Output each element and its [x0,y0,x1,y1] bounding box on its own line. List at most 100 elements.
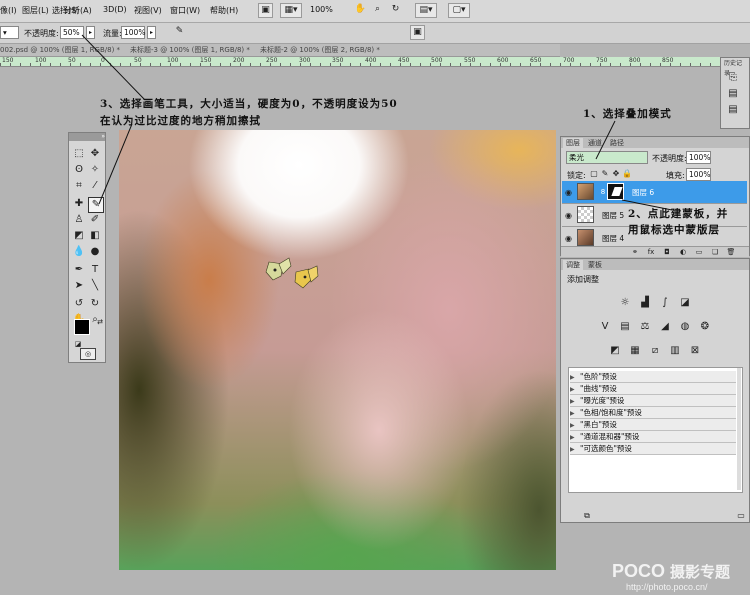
preset-curves[interactable]: ▶ "曲线"预设 [570,383,736,395]
tab-adjustments[interactable]: 调整 [563,260,583,270]
flow-input[interactable]: 100% [121,26,145,39]
menu-window[interactable]: 窗口(W) [170,5,200,16]
visibility-eye-icon[interactable]: ◉ [565,188,572,197]
selective-color-icon[interactable]: ⊠ [689,345,701,357]
presets-scrollbar[interactable] [737,368,741,490]
black-white-icon[interactable]: ◢ [659,321,671,333]
view-extras-icon[interactable]: ▦▾ [280,3,302,18]
new-group-icon[interactable]: ▭ [693,246,705,258]
levels-icon[interactable]: ▟ [639,297,651,309]
photo-filter-icon[interactable]: ◍ [679,321,691,333]
menu-image[interactable]: 像(I) [0,5,17,16]
tab-layers[interactable]: 图层 [563,138,583,148]
brush-preset-picker[interactable]: ▾ [0,26,19,39]
history-tab[interactable]: 历史记录 [721,59,749,77]
layer-name[interactable]: 图层 4 [602,233,624,244]
visibility-eye-icon[interactable]: ◉ [565,211,572,220]
clone-stamp-icon[interactable]: ♙ [72,213,86,227]
tab-channels[interactable]: 通道 [585,138,605,148]
marquee-tool-icon[interactable]: ⬚ [72,147,86,161]
brightness-contrast-icon[interactable]: ☼ [619,297,631,309]
threshold-icon[interactable]: ⧄ [649,345,661,357]
vibrance-icon[interactable]: V [599,321,611,333]
magic-wand-icon[interactable]: ✧ [88,163,102,177]
3d-orbit-icon[interactable]: ↻ [88,297,102,311]
panel-options-icon[interactable]: ▭ [735,510,747,522]
shape-tool-icon[interactable]: ╲ [88,279,102,293]
tab-paths[interactable]: 路径 [607,138,627,148]
menu-analysis[interactable]: 分析(A) [64,5,92,16]
screen-mode-icon[interactable]: ▢▾ [448,3,470,18]
dodge-tool-icon[interactable]: ● [88,245,102,259]
arrange-documents-icon[interactable]: ▤▾ [415,3,437,18]
toolbox-header[interactable]: » [69,133,105,141]
blend-mode-select[interactable]: 柔光 [566,151,648,164]
eyedropper-icon[interactable]: ⁄ [88,179,102,193]
fill-input[interactable]: 100% [686,168,711,181]
brush-tool-icon[interactable]: ✎ [88,197,104,213]
zoom-level[interactable]: 100% [310,5,333,14]
layer-mask-thumbnail[interactable] [607,183,624,200]
flow-dropdown-icon[interactable]: ▸ [147,26,156,39]
history-state-icon[interactable]: ▤ [727,88,739,100]
preset-channel-mixer[interactable]: ▶ "通道混和器"预设 [570,431,736,443]
preset-selective-color[interactable]: ▶ "可选颜色"预设 [570,443,736,455]
posterize-icon[interactable]: ▦ [629,345,641,357]
gradient-map-icon[interactable]: ▥ [669,345,681,357]
layer-row-6[interactable]: ◉ 8 图层 6 [562,181,747,204]
layer-opacity-input[interactable]: 100% [686,151,711,164]
new-layer-icon[interactable]: ❏ [709,246,721,258]
zoom-tool-icon[interactable]: ⌕ [370,3,385,18]
path-selection-icon[interactable]: ➤ [72,279,86,293]
pen-tool-icon[interactable]: ✒ [72,263,86,277]
tab-document-2[interactable]: 未标题-3 @ 100% (图层 1, RGB/8) * [130,45,250,55]
crop-tool-icon[interactable]: ⌗ [72,179,86,193]
document-canvas[interactable] [119,130,556,570]
blur-tool-icon[interactable]: 💧 [72,245,86,259]
clip-to-layer-icon[interactable]: ⧉ [581,510,593,522]
move-tool-icon[interactable]: ✥ [88,147,102,161]
lasso-tool-icon[interactable]: ʘ [72,163,86,177]
eraser-tool-icon[interactable]: ◩ [72,229,86,243]
layer-name[interactable]: 图层 6 [632,187,654,198]
3d-rotate-icon[interactable]: ↺ [72,297,86,311]
preset-exposure[interactable]: ▶ "曝光度"预设 [570,395,736,407]
rotate-view-icon[interactable]: ↻ [388,3,403,18]
hue-saturation-icon[interactable]: ▤ [619,321,631,333]
gradient-tool-icon[interactable]: ◧ [88,229,102,243]
tablet-pressure-icon[interactable]: ▣ [410,25,425,40]
lock-all-icon[interactable]: 🔒 [621,168,633,180]
tab-document-3[interactable]: 未标题-2 @ 100% (图层 2, RGB/8) * [260,45,380,55]
history-state-icon[interactable]: ▤ [727,104,739,116]
healing-brush-icon[interactable]: ✚ [72,197,86,211]
adjustment-layer-icon[interactable]: ◐ [677,246,689,258]
tab-masks[interactable]: 蒙板 [585,260,605,270]
delete-layer-icon[interactable]: 🗑 [725,246,737,258]
preset-hue-saturation[interactable]: ▶ "色相/饱和度"预设 [570,407,736,419]
bridge-icon[interactable]: ▣ [258,3,273,18]
tab-document-1[interactable]: 002.psd @ 100% (图层 1, RGB/8) * [0,45,120,55]
link-layers-icon[interactable]: ⚭ [629,246,641,258]
invert-icon[interactable]: ◩ [609,345,621,357]
hand-tool-icon[interactable]: ✋ [353,3,368,18]
add-mask-icon[interactable]: ◘ [661,246,673,258]
layer-name[interactable]: 图层 5 [602,210,624,221]
opacity-input[interactable]: 50% [60,26,84,39]
preset-levels[interactable]: ▶ "色阶"预设 [570,371,736,383]
history-icon[interactable]: ⎘ [727,72,739,84]
exposure-icon[interactable]: ◪ [679,297,691,309]
channel-mixer-icon[interactable]: ❂ [699,321,711,333]
menu-layer[interactable]: 图层(L) [22,5,49,16]
quick-mask-icon[interactable]: ◎ [80,348,96,360]
menu-help[interactable]: 帮助(H) [210,5,238,16]
airbrush-icon[interactable]: ✎ [172,25,187,40]
history-brush-icon[interactable]: ✐ [88,213,102,227]
curves-icon[interactable]: ∫ [659,297,671,309]
foreground-color-swatch[interactable] [74,319,90,335]
visibility-eye-icon[interactable]: ◉ [565,234,572,243]
menu-3d[interactable]: 3D(D) [103,5,127,14]
menu-view[interactable]: 视图(V) [134,5,162,16]
swap-colors-icon[interactable]: ⇄ [93,315,107,329]
type-tool-icon[interactable]: T [88,263,102,277]
color-balance-icon[interactable]: ⚖ [639,321,651,333]
